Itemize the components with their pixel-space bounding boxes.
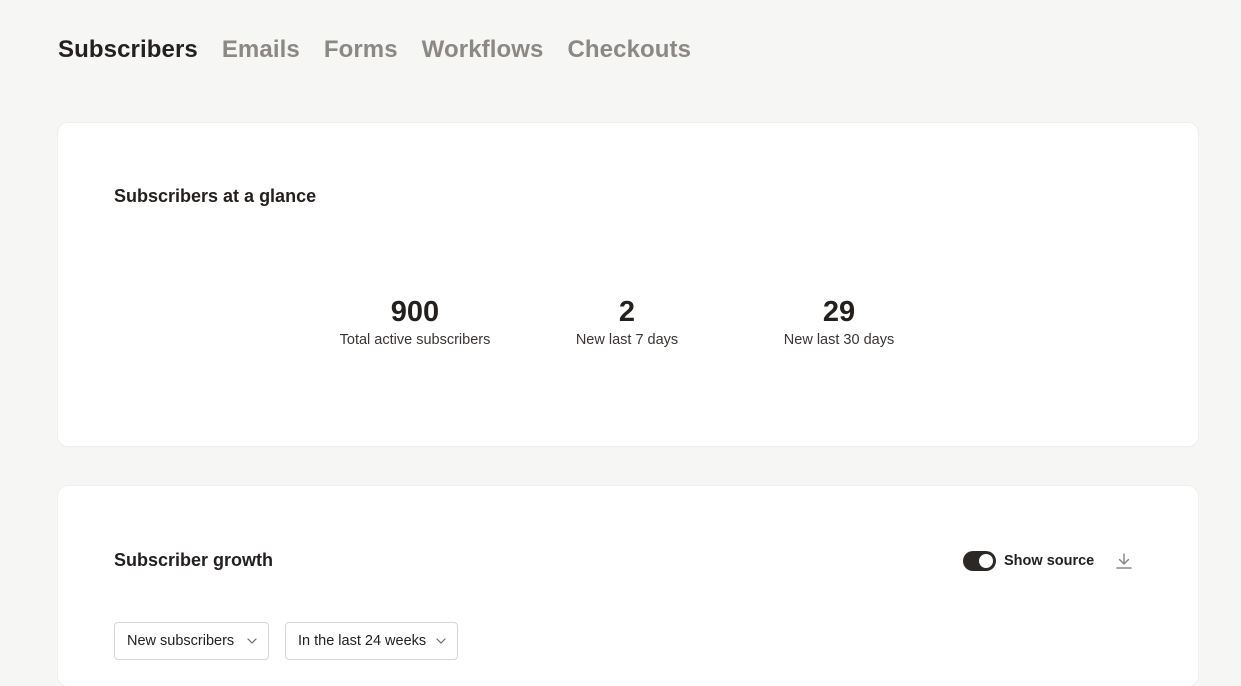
toggle-switch[interactable] (963, 551, 996, 571)
stat-label: New last 7 days (575, 332, 679, 348)
show-source-toggle[interactable]: Show source (963, 551, 1094, 571)
tab-forms[interactable]: Forms (324, 36, 398, 64)
top-tabs: Subscribers Emails Forms Workflows Check… (58, 36, 691, 64)
tab-subscribers[interactable]: Subscribers (58, 36, 198, 64)
growth-card: Subscriber growth Show source New subscr… (58, 486, 1198, 686)
glance-title: Subscribers at a glance (114, 186, 317, 206)
download-icon[interactable] (1114, 551, 1134, 571)
stat-label: New last 30 days (783, 332, 895, 348)
range-select[interactable]: In the last 24 weeks (285, 622, 458, 660)
stat-total-active: 900 Total active subscribers (305, 295, 525, 350)
chevron-down-icon (436, 638, 446, 644)
metric-select[interactable]: New subscribers (114, 622, 269, 660)
tab-workflows[interactable]: Workflows (422, 36, 544, 64)
metric-select-value: New subscribers (127, 633, 235, 649)
toggle-label: Show source (1004, 553, 1095, 569)
stat-value: 2 (618, 296, 636, 328)
toggle-knob (979, 554, 993, 568)
tab-checkouts[interactable]: Checkouts (567, 36, 691, 64)
glance-card: Subscribers at a glance 900 Total active… (58, 123, 1198, 446)
stat-value: 900 (390, 296, 440, 328)
stat-new-30-days: 29 New last 30 days (729, 295, 949, 350)
range-select-value: In the last 24 weeks (298, 633, 427, 649)
chevron-down-icon (247, 638, 257, 644)
stat-new-7-days: 2 New last 7 days (517, 295, 737, 350)
stat-label: Total active subscribers (339, 332, 491, 348)
stat-value: 29 (822, 296, 856, 328)
tab-emails[interactable]: Emails (222, 36, 300, 64)
growth-title: Subscriber growth (114, 550, 274, 570)
